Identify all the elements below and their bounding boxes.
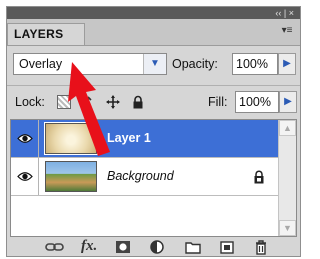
lock-label: Lock: — [15, 95, 45, 109]
link-layers-icon[interactable] — [45, 239, 64, 255]
scroll-up-button[interactable]: ▲ — [279, 120, 296, 136]
opacity-input[interactable]: 100% — [232, 53, 278, 75]
lock-fill-row: Lock: Fill: 100% ▶ — [7, 91, 300, 115]
layer-row-background[interactable]: Background — [11, 158, 278, 196]
layer-list-scrollbar[interactable]: ▲ ▼ — [278, 120, 296, 236]
adjustment-layer-icon[interactable] — [149, 239, 167, 255]
panel-menu-icon[interactable]: ▾≡ — [280, 25, 294, 37]
new-group-icon[interactable] — [185, 239, 203, 255]
layers-bottom-toolbar: fx. — [7, 237, 300, 256]
layer-thumbnail-photo — [45, 161, 97, 192]
fill-label: Fill: — [208, 95, 228, 109]
layer-row-layer-1[interactable]: Layer 1 — [11, 120, 278, 158]
visibility-toggle[interactable] — [11, 158, 39, 195]
eye-icon — [17, 172, 33, 181]
tab-layers[interactable]: LAYERS — [7, 23, 85, 45]
scroll-down-button[interactable]: ▼ — [279, 220, 296, 236]
layer-list: Layer 1 Background ▲ ▼ — [10, 119, 297, 237]
lock-all-icon[interactable] — [131, 95, 145, 109]
window-controls[interactable]: ‹‹ | × — [275, 7, 294, 19]
layer-style-button[interactable]: fx. — [81, 238, 97, 255]
opacity-slider-button[interactable]: ▶ — [278, 53, 296, 75]
blend-opacity-row: Overlay ▼ Opacity: 100% ▶ — [7, 53, 300, 79]
layer-name[interactable]: Background — [107, 158, 174, 195]
divider — [7, 85, 300, 86]
fill-input[interactable]: 100% — [235, 91, 279, 113]
eye-icon — [17, 134, 33, 143]
layers-panel: ‹‹ | × LAYERS ▾≡ Overlay ▼ Opacity: 100%… — [6, 6, 301, 257]
new-layer-icon[interactable] — [219, 239, 237, 255]
layer-mask-icon[interactable] — [115, 239, 133, 255]
fill-slider-button[interactable]: ▶ — [279, 91, 297, 113]
blend-mode-value: Overlay — [19, 57, 63, 71]
visibility-toggle[interactable] — [11, 120, 39, 157]
annotation-arrow — [68, 62, 110, 156]
trash-icon[interactable] — [253, 239, 271, 255]
panel-tab-row: LAYERS ▾≡ — [7, 19, 300, 46]
opacity-label: Opacity: — [172, 57, 218, 71]
lock-icon — [253, 170, 265, 187]
panel-title-bar: ‹‹ | × — [7, 7, 300, 19]
chevron-down-icon[interactable]: ▼ — [143, 54, 166, 74]
